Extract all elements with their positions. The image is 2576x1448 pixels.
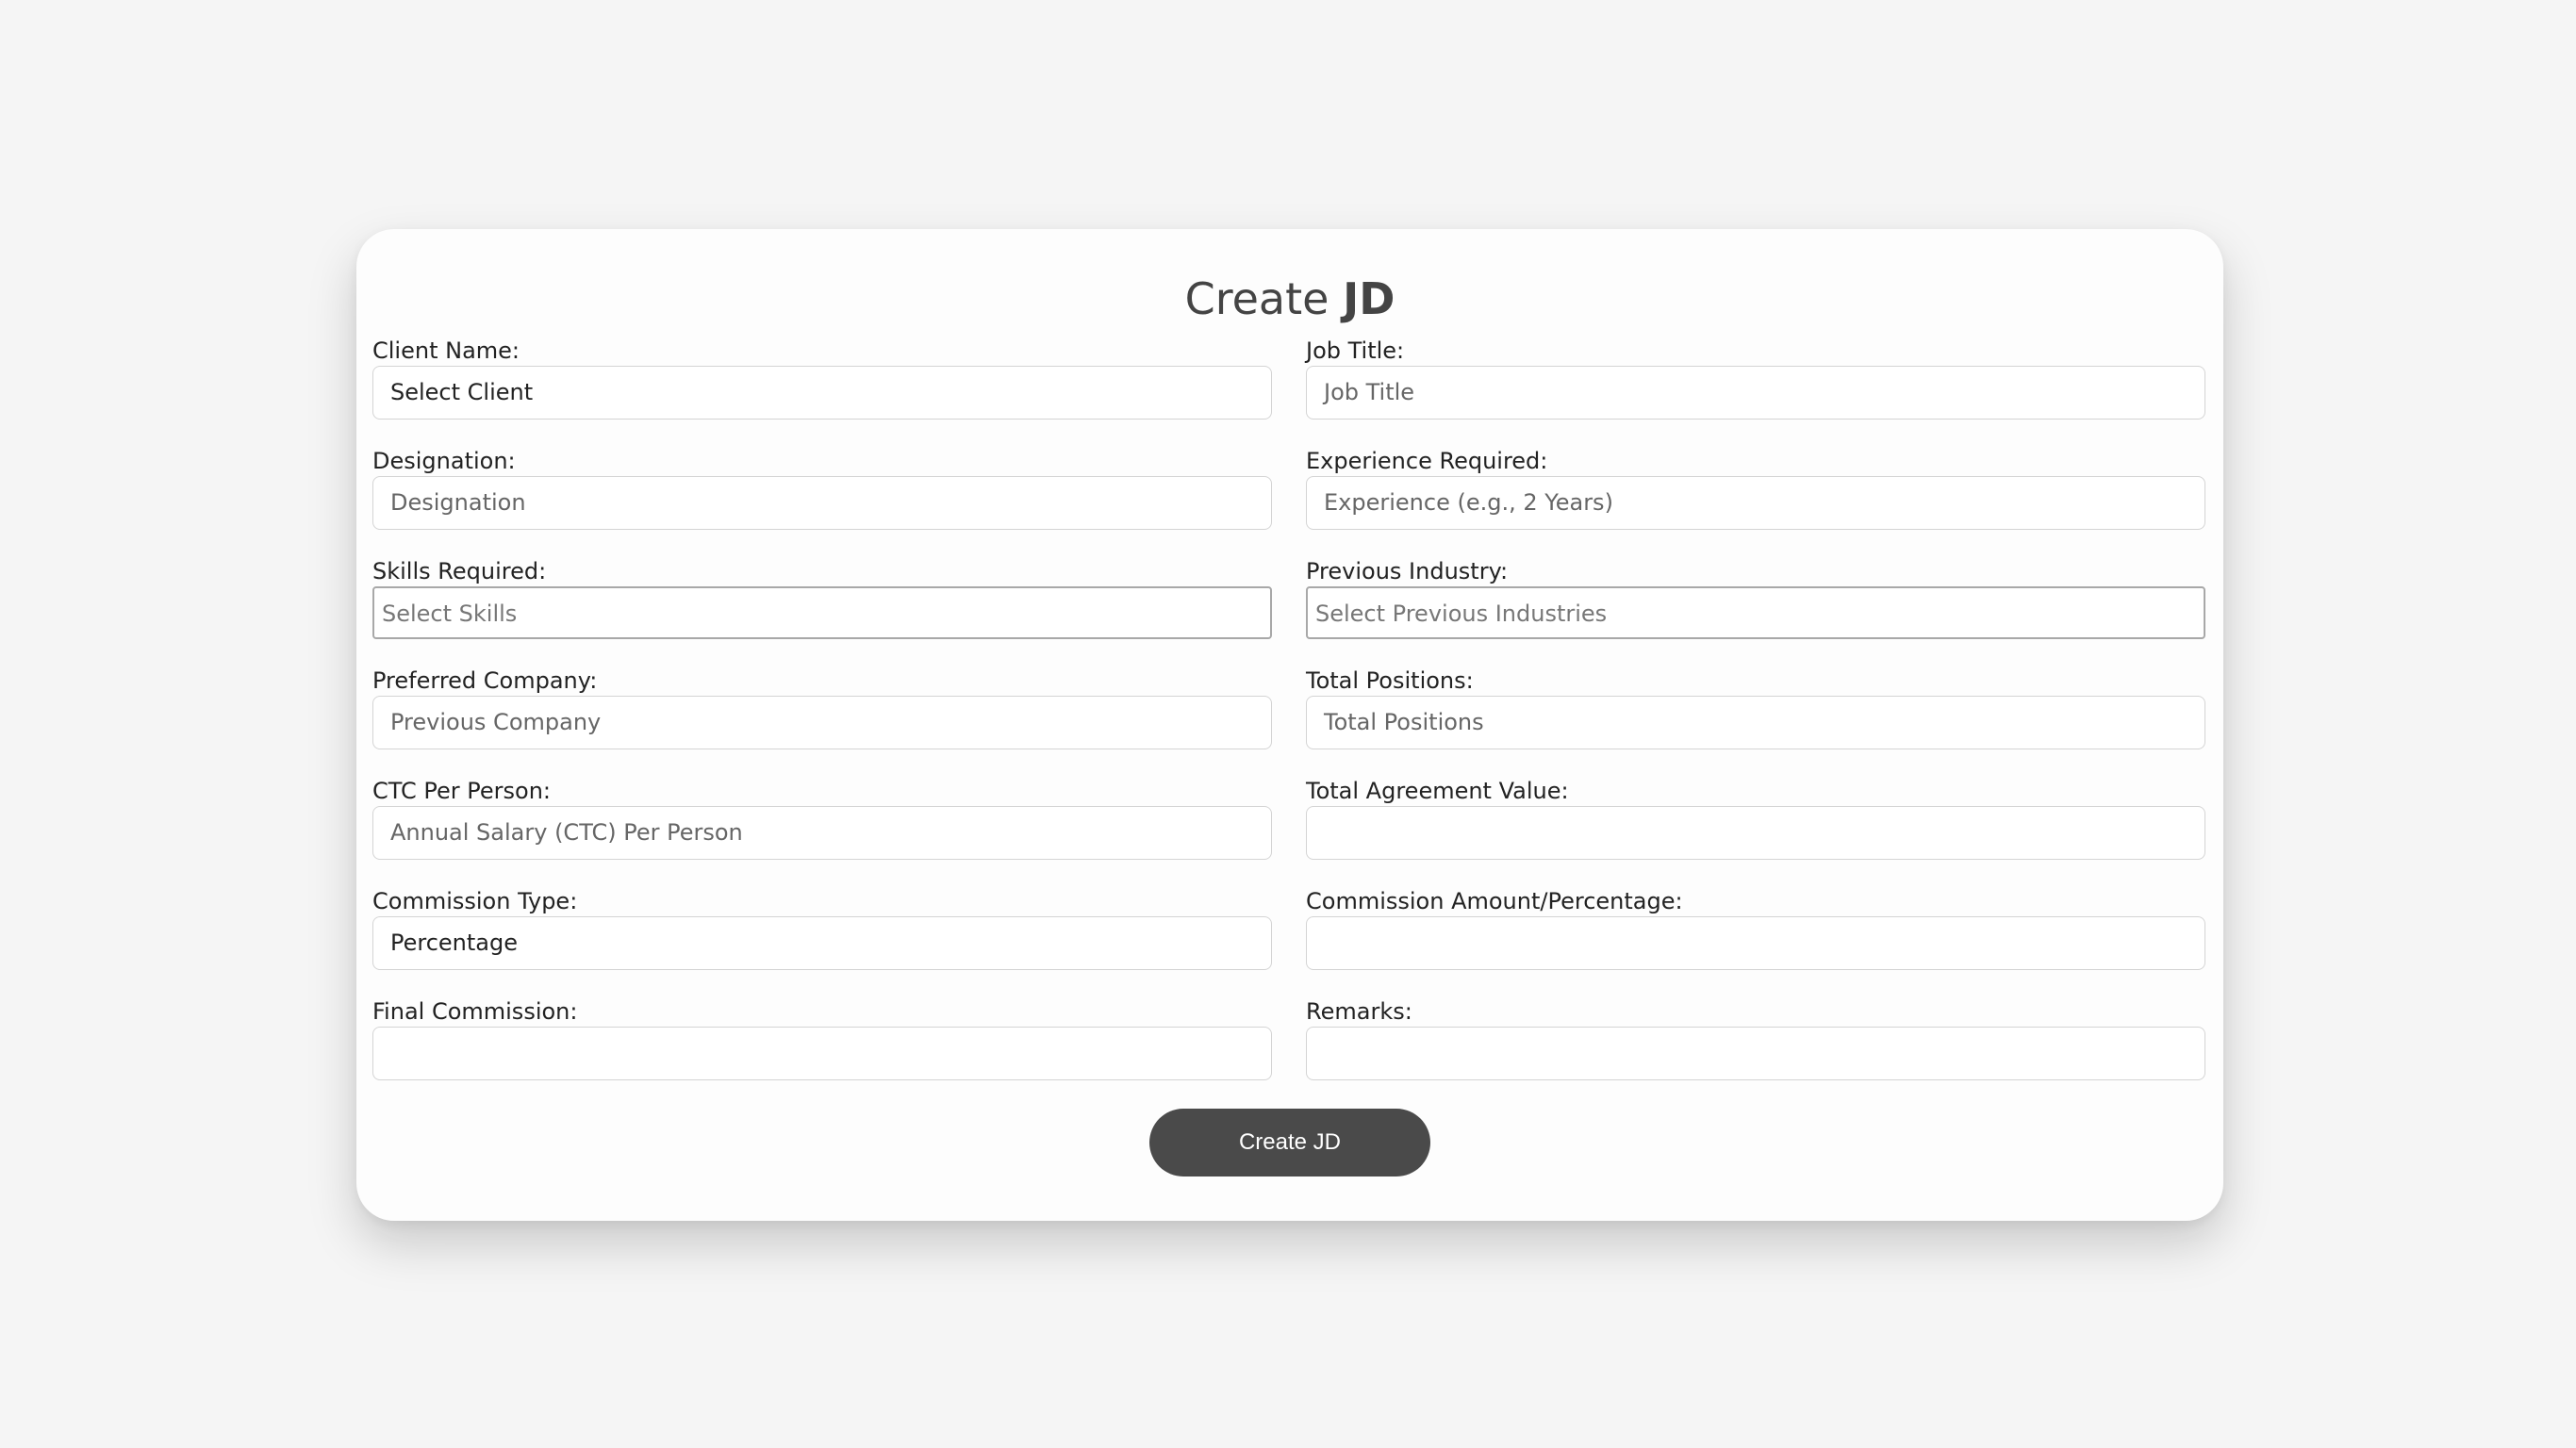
ctc-field: CTC Per Person: Annual Salary (CTC) Per … (372, 778, 1272, 860)
commission-amount-field: Commission Amount/Percentage: (1306, 888, 2205, 970)
commission-amount-input[interactable] (1306, 916, 2205, 970)
page-title: Create JD (356, 272, 2223, 325)
ctc-input[interactable]: Annual Salary (CTC) Per Person (372, 806, 1272, 860)
designation-input[interactable]: Designation (372, 476, 1272, 530)
total-positions-label: Total Positions: (1306, 667, 1474, 694)
job-title-field: Job Title: Job Title (1306, 337, 2205, 420)
experience-field: Experience Required: Experience (e.g., 2… (1306, 448, 2205, 530)
job-title-input[interactable]: Job Title (1306, 366, 2205, 420)
commission-type-label: Commission Type: (372, 888, 578, 914)
client-name-label: Client Name: (372, 337, 520, 364)
preferred-company-input[interactable]: Previous Company (372, 696, 1272, 749)
client-name-field: Client Name: Select Client (372, 337, 1272, 420)
commission-type-field: Commission Type: Percentage (372, 888, 1272, 970)
client-name-select[interactable]: Select Client (372, 366, 1272, 420)
designation-label: Designation: (372, 448, 516, 474)
title-text-strong: JD (1343, 273, 1395, 324)
remarks-label: Remarks: (1306, 998, 1412, 1025)
skills-multiselect[interactable]: Select Skills (372, 586, 1272, 639)
commission-type-select[interactable]: Percentage (372, 916, 1272, 970)
create-jd-button[interactable]: Create JD (1149, 1109, 1430, 1176)
preferred-company-field: Preferred Company: Previous Company (372, 667, 1272, 749)
job-title-label: Job Title: (1306, 337, 1405, 364)
total-agreement-field: Total Agreement Value: (1306, 778, 2205, 860)
skills-label: Skills Required: (372, 558, 547, 584)
designation-field: Designation: Designation (372, 448, 1272, 530)
create-jd-card: Create JD Client Name: Select Client Job… (356, 229, 2223, 1221)
commission-amount-label: Commission Amount/Percentage: (1306, 888, 1683, 914)
total-agreement-input[interactable] (1306, 806, 2205, 860)
previous-industry-multiselect[interactable]: Select Previous Industries (1306, 586, 2205, 639)
previous-industry-label: Previous Industry: (1306, 558, 1509, 584)
final-commission-field: Final Commission: (372, 998, 1272, 1080)
total-agreement-label: Total Agreement Value: (1306, 778, 1569, 804)
skills-field: Skills Required: Select Skills (372, 558, 1272, 639)
total-positions-field: Total Positions: Total Positions (1306, 667, 2205, 749)
experience-input[interactable]: Experience (e.g., 2 Years) (1306, 476, 2205, 530)
total-positions-input[interactable]: Total Positions (1306, 696, 2205, 749)
title-text: Create (1184, 273, 1344, 324)
experience-label: Experience Required: (1306, 448, 1548, 474)
ctc-label: CTC Per Person: (372, 778, 552, 804)
final-commission-input[interactable] (372, 1027, 1272, 1080)
previous-industry-field: Previous Industry: Select Previous Indus… (1306, 558, 2205, 639)
remarks-input[interactable] (1306, 1027, 2205, 1080)
preferred-company-label: Preferred Company: (372, 667, 598, 694)
final-commission-label: Final Commission: (372, 998, 578, 1025)
remarks-field: Remarks: (1306, 998, 2205, 1080)
